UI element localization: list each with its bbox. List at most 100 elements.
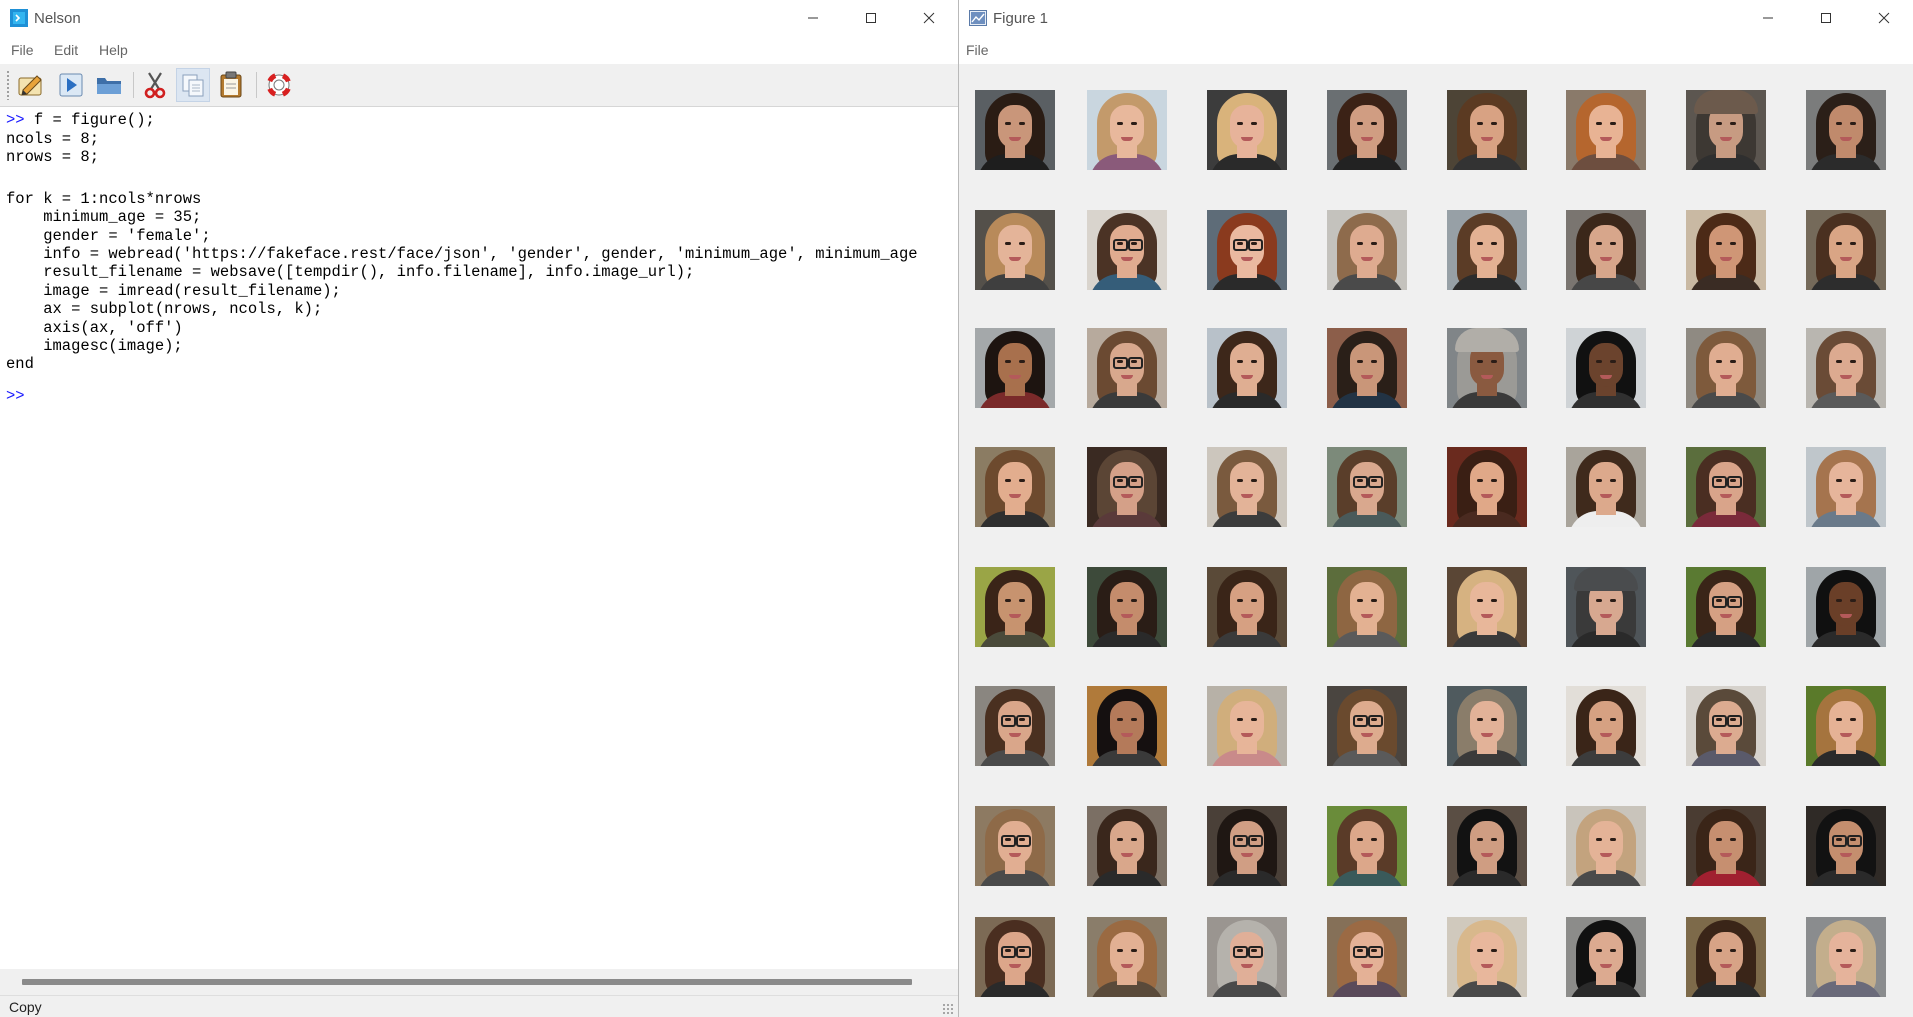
eye	[1716, 122, 1722, 125]
minimize-button[interactable]	[1739, 0, 1797, 36]
face-subplot[interactable]	[1087, 447, 1167, 527]
close-button[interactable]	[1855, 0, 1913, 36]
face-subplot[interactable]	[1087, 567, 1167, 647]
face-subplot[interactable]	[1087, 328, 1167, 408]
face-subplot[interactable]	[1566, 686, 1646, 766]
face-subplot[interactable]	[1087, 90, 1167, 170]
face-subplot[interactable]	[1327, 328, 1407, 408]
face	[1829, 225, 1863, 269]
face-subplot[interactable]	[1087, 210, 1167, 290]
console-code: ncols = 8;	[6, 130, 100, 148]
face-subplot[interactable]	[1327, 917, 1407, 997]
face-subplot[interactable]	[975, 328, 1055, 408]
face-subplot[interactable]	[1806, 917, 1886, 997]
face-subplot[interactable]	[1686, 447, 1766, 527]
face-subplot[interactable]	[975, 447, 1055, 527]
eye	[1357, 838, 1363, 841]
face-subplot[interactable]	[1566, 447, 1646, 527]
face-subplot[interactable]	[1207, 447, 1287, 527]
face-subplot[interactable]	[1087, 806, 1167, 886]
face-subplot[interactable]	[975, 90, 1055, 170]
open-button[interactable]	[92, 68, 126, 102]
face-subplot[interactable]	[1447, 328, 1527, 408]
face-subplot[interactable]	[1686, 917, 1766, 997]
eye	[1251, 479, 1257, 482]
face-subplot[interactable]	[1686, 567, 1766, 647]
face-subplot[interactable]	[1806, 90, 1886, 170]
face-subplot[interactable]	[1686, 806, 1766, 886]
cut-button[interactable]	[138, 68, 172, 102]
face-subplot[interactable]	[1806, 806, 1886, 886]
face-subplot[interactable]	[1447, 917, 1527, 997]
editor-button[interactable]	[14, 68, 48, 102]
face-subplot[interactable]	[1327, 567, 1407, 647]
eye	[1716, 949, 1722, 952]
face-subplot[interactable]	[1207, 210, 1287, 290]
face-subplot[interactable]	[1566, 210, 1646, 290]
face-subplot[interactable]	[1327, 210, 1407, 290]
face-subplot[interactable]	[1327, 447, 1407, 527]
face-subplot[interactable]	[1447, 686, 1527, 766]
face-subplot[interactable]	[1566, 806, 1646, 886]
face-subplot[interactable]	[1207, 686, 1287, 766]
toolbar-grip[interactable]	[6, 70, 10, 100]
horizontal-scrollbar[interactable]	[0, 969, 958, 995]
face-subplot[interactable]	[1566, 328, 1646, 408]
face-subplot[interactable]	[1566, 917, 1646, 997]
face-subplot[interactable]	[1447, 90, 1527, 170]
face-subplot[interactable]	[1806, 686, 1886, 766]
face-subplot[interactable]	[1447, 210, 1527, 290]
face-subplot[interactable]	[975, 567, 1055, 647]
nelson-titlebar[interactable]: Nelson	[0, 0, 958, 36]
face-subplot[interactable]	[1806, 328, 1886, 408]
help-button[interactable]	[262, 68, 296, 102]
maximize-button[interactable]	[842, 0, 900, 36]
face-subplot[interactable]	[1686, 686, 1766, 766]
face-subplot[interactable]	[1207, 567, 1287, 647]
face-subplot[interactable]	[1806, 210, 1886, 290]
close-button[interactable]	[900, 0, 958, 36]
face-subplot[interactable]	[1447, 447, 1527, 527]
face-subplot[interactable]	[1806, 447, 1886, 527]
face	[1230, 343, 1264, 387]
face-subplot[interactable]	[1207, 90, 1287, 170]
console-output[interactable]: >> f = figure(); ncols = 8; nrows = 8; for …	[0, 107, 958, 969]
face-subplot[interactable]	[1686, 210, 1766, 290]
face-subplot[interactable]	[975, 806, 1055, 886]
face-subplot[interactable]	[1686, 90, 1766, 170]
open-folder-icon	[97, 78, 121, 94]
scrollbar-thumb[interactable]	[22, 979, 912, 985]
face-subplot[interactable]	[1207, 806, 1287, 886]
resize-grip[interactable]	[942, 1003, 954, 1015]
face-subplot[interactable]	[975, 917, 1055, 997]
menu-file[interactable]: File	[966, 42, 989, 58]
face-subplot[interactable]	[975, 210, 1055, 290]
face-subplot[interactable]	[1566, 90, 1646, 170]
face-subplot[interactable]	[1686, 328, 1766, 408]
eye	[1716, 242, 1722, 245]
copy-button[interactable]	[176, 68, 210, 102]
menu-file[interactable]: File	[11, 42, 34, 58]
face-subplot[interactable]	[1327, 806, 1407, 886]
face-subplot[interactable]	[1327, 90, 1407, 170]
face-subplot[interactable]	[1087, 686, 1167, 766]
menu-edit[interactable]: Edit	[54, 42, 78, 58]
face-subplot[interactable]	[1566, 567, 1646, 647]
maximize-button[interactable]	[1797, 0, 1855, 36]
face-subplot[interactable]	[1087, 917, 1167, 997]
minimize-button[interactable]	[784, 0, 842, 36]
face-subplot[interactable]	[1207, 328, 1287, 408]
face-subplot[interactable]	[1447, 806, 1527, 886]
eye	[1491, 242, 1497, 245]
face	[998, 225, 1032, 269]
figure-titlebar[interactable]: Figure 1	[959, 0, 1913, 36]
run-button[interactable]	[54, 68, 88, 102]
menu-help[interactable]: Help	[99, 42, 128, 58]
face-subplot[interactable]	[1806, 567, 1886, 647]
face-subplot[interactable]	[1207, 917, 1287, 997]
paste-button[interactable]	[214, 68, 248, 102]
face-subplot[interactable]	[1447, 567, 1527, 647]
face-subplot[interactable]	[1327, 686, 1407, 766]
face-subplot[interactable]	[975, 686, 1055, 766]
glasses	[1001, 835, 1016, 847]
